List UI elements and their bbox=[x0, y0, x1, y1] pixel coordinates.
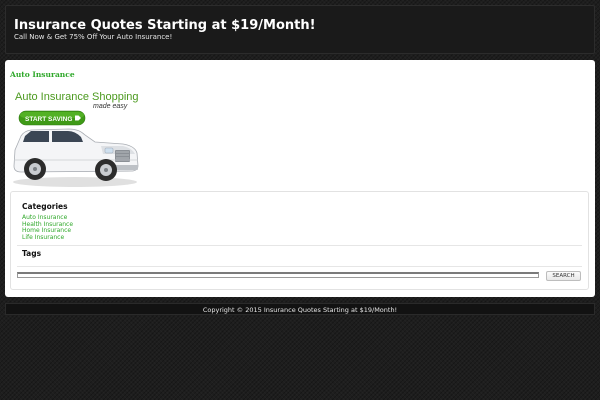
site-title-link[interactable]: Insurance Quotes Starting at $19/Month! bbox=[14, 18, 316, 33]
categories-heading: Categories bbox=[22, 202, 68, 211]
search-input[interactable] bbox=[17, 272, 539, 278]
categories-list: Auto Insurance Health Insurance Home Ins… bbox=[22, 214, 73, 242]
search-button[interactable]: SEARCH bbox=[546, 271, 581, 281]
ad-headline: Auto Insurance Shopping bbox=[15, 91, 139, 103]
copyright-text: Copyright © 2015 Insurance Quotes Starti… bbox=[202, 306, 398, 314]
widget-divider bbox=[17, 266, 582, 267]
auto-insurance-ad-banner[interactable]: Auto Insurance Shopping made easy START … bbox=[11, 86, 143, 188]
tags-heading: Tags bbox=[22, 249, 42, 258]
widget-divider bbox=[17, 245, 582, 246]
start-saving-button[interactable]: START SAVING bbox=[18, 110, 86, 126]
start-saving-label: START SAVING bbox=[25, 116, 72, 123]
post-title-link[interactable]: Auto Insurance bbox=[10, 70, 75, 79]
site-tagline: Call Now & Get 75% Off Your Auto Insuran… bbox=[14, 33, 173, 41]
site-footer: Copyright © 2015 Insurance Quotes Starti… bbox=[5, 303, 595, 315]
main-content: Auto Insurance Auto Insurance Shopping m… bbox=[5, 60, 595, 297]
site-header: Insurance Quotes Starting at $19/Month! … bbox=[5, 5, 595, 54]
category-link-life-insurance[interactable]: Life Insurance bbox=[22, 234, 73, 242]
ad-subheadline: made easy bbox=[93, 103, 128, 110]
suv-car-image bbox=[13, 128, 139, 187]
